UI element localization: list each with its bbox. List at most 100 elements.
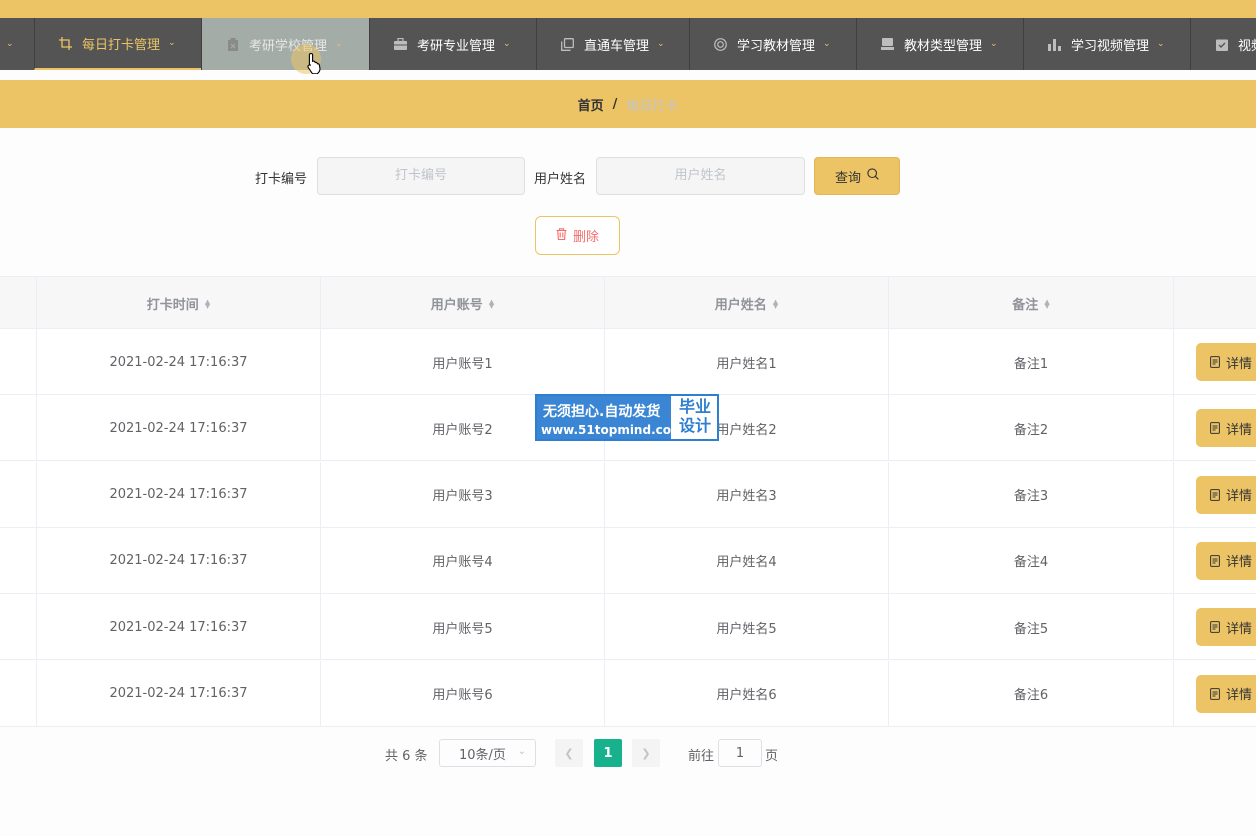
document-icon [1210,687,1220,700]
delete-label: 删除 [572,230,599,245]
nav-item-major[interactable]: 考研专业管理 ⌄ [369,18,536,70]
nav-item-express[interactable]: 直通车管理 ⌄ [536,18,689,70]
cell-note: 备注1 [888,329,1173,395]
username-input[interactable]: 用户姓名 [596,157,805,195]
page-size-select[interactable]: 10条/页 ⌄ [439,739,536,767]
header-name[interactable]: 用户姓名 ▲ ▼ [604,277,888,330]
chevron-right-icon: ❯ [641,746,651,760]
watermark-right-line1: 毕业 [678,397,711,416]
chevron-down-icon: ⌄ [335,39,343,49]
chevron-down-icon: ⌄ [1157,39,1165,49]
detail-button[interactable]: 详情 [1196,343,1256,381]
detail-button[interactable]: 详情 [1196,608,1256,647]
sort-icon[interactable]: ▲ ▼ [205,298,210,309]
detail-label: 详情 [1226,422,1253,438]
hand-cursor-icon [305,52,323,78]
query-button[interactable]: 查询 [814,157,900,195]
nav-item-daily-checkin[interactable]: 每日打卡管理 ⌄ [34,18,201,70]
detail-label: 详情 [1226,621,1253,637]
watermark-right-line2: 设计 [678,416,711,435]
printer-icon [881,38,894,51]
cell-time: 2021-02-24 17:16:37 [36,395,320,462]
nav-item-school[interactable]: 考研学校管理 ⌄ [201,18,369,70]
crop-icon [59,36,72,50]
nav-item-textbook[interactable]: 学习教材管理 ⌄ [689,18,856,70]
table-header: 打卡时间 ▲ ▼ 用户账号 ▲ ▼ 用户姓名 ▲ ▼ 备注 ▲ ▼ [0,276,1256,330]
header-account[interactable]: 用户账号 ▲ ▼ [320,277,604,330]
chevron-down-icon: ⌄ [6,39,14,49]
cell-time: 2021-02-24 17:16:37 [36,660,320,727]
checklist-icon [1215,38,1228,51]
breadcrumb-home[interactable]: 首页 [578,95,604,114]
header-label: 用户姓名 [714,298,767,313]
page-suffix: 页 [765,749,779,764]
nav-label: 考研专业管理 [417,38,496,54]
table-row: 2021-02-24 17:16:37 用户账号4 用户姓名4 备注4 详情 [0,527,1256,594]
watermark-badge: 无须担心.自动发货 www.51topmind.com 毕业 设计 [535,394,719,441]
header-label: 用户账号 [430,298,483,313]
nav-item-video-more[interactable]: 视频 [1190,18,1256,70]
cell-note: 备注4 [888,527,1173,594]
header-time[interactable]: 打卡时间 ▲ ▼ [36,277,320,330]
cell-account: 用户账号6 [320,660,604,727]
watermark-line2: www.51topmind.com [541,423,684,437]
next-page-button[interactable]: ❯ [632,739,660,767]
watermark-right: 毕业 设计 [673,397,717,435]
cell-name: 用户姓名1 [604,329,888,395]
nav-scroll-left[interactable]: ⌄ [0,18,34,70]
cell-time: 2021-02-24 17:16:37 [36,461,320,528]
username-label: 用户姓名 [534,172,587,187]
delete-button[interactable]: 删除 [535,216,620,255]
nav-item-video[interactable]: 学习视频管理 ⌄ [1023,18,1190,70]
detail-label: 详情 [1226,356,1253,372]
page-number-current[interactable]: 1 [594,739,622,767]
cell-name: 用户姓名6 [604,660,888,727]
query-label: 查询 [834,170,861,186]
search-icon [867,168,879,184]
detail-button[interactable]: 详情 [1196,674,1256,713]
breadcrumb: 首页 / 每日打卡 [0,80,1256,128]
chevron-down-icon: ⌄ [517,746,526,757]
chevron-down-icon: ⌄ [823,39,831,49]
detail-button[interactable]: 详情 [1196,475,1256,514]
copy-icon [561,37,574,51]
breadcrumb-separator: / [612,96,618,112]
goto-page-input[interactable]: 1 [718,739,762,767]
top-accent-strip [0,0,1256,18]
nav-label: 视频 [1238,38,1256,54]
table-row: 2021-02-24 17:16:37 用户账号5 用户姓名5 备注5 详情 [0,594,1256,661]
total-count: 共 6 条 [385,749,428,764]
cell-name: 用户姓名5 [604,594,888,661]
detail-button[interactable]: 详情 [1196,541,1256,580]
sort-icon[interactable]: ▲ ▼ [489,298,494,309]
sort-icon[interactable]: ▲ ▼ [1044,298,1049,309]
header-label: 备注 [1012,298,1039,313]
document-icon [1210,422,1220,435]
cell-account: 用户账号5 [320,594,604,661]
cell-time: 2021-02-24 17:16:37 [36,527,320,594]
chevron-down-icon: ⌄ [503,39,511,49]
nav-label: 学习教材管理 [737,38,816,54]
header-label: 打卡时间 [146,298,199,313]
prev-page-button[interactable]: ❮ [555,739,583,767]
detail-button[interactable]: 详情 [1196,409,1256,448]
cell-note: 备注5 [888,594,1173,661]
cell-note: 备注3 [888,461,1173,528]
pagination: 共 6 条 10条/页 ⌄ ❮ 1 ❯ 前往 1 页 [0,739,1256,767]
chevron-left-icon: ❮ [564,746,574,760]
header-actions [1173,277,1256,330]
cell-note: 备注6 [888,660,1173,727]
nav-label: 每日打卡管理 [82,37,161,53]
document-icon [1210,488,1220,501]
watermark-line1: 无须担心.自动发货 [543,404,661,420]
chevron-down-icon: ⌄ [657,39,665,49]
nav-item-textbook-type[interactable]: 教材类型管理 ⌄ [856,18,1023,70]
header-note[interactable]: 备注 ▲ ▼ [888,277,1173,330]
sort-icon[interactable]: ▲ ▼ [773,298,778,309]
nav-label: 教材类型管理 [904,38,983,54]
nav-label: 学习视频管理 [1071,38,1150,54]
breadcrumb-current: 每日打卡 [626,98,679,114]
checkin-id-input[interactable]: 打卡编号 [317,157,525,195]
document-icon [1210,621,1220,634]
document-icon [1210,554,1220,567]
